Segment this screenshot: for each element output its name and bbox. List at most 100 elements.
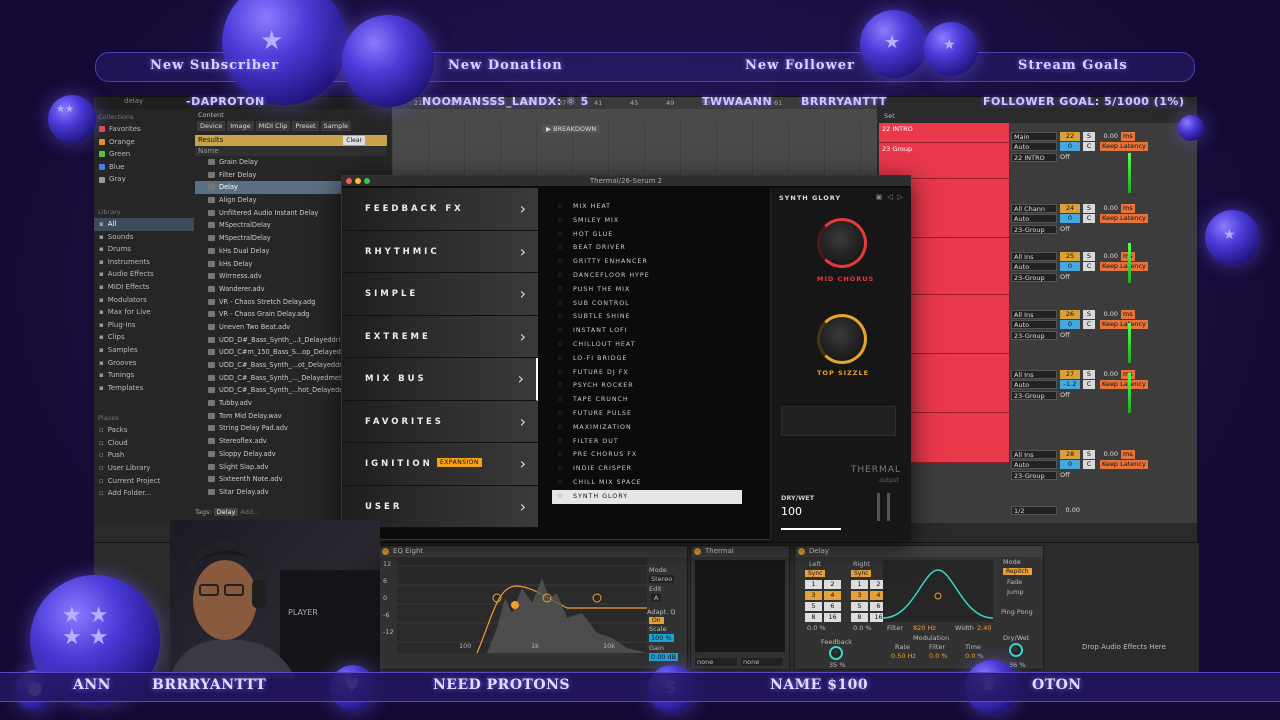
place-item[interactable]: ▫ User Library xyxy=(94,462,194,475)
delay-left-offset[interactable]: 0.0 % xyxy=(807,624,826,632)
delay-time-button[interactable]: 5 xyxy=(805,602,822,611)
preset-item[interactable]: SMILEY MIX xyxy=(552,214,742,228)
session-clip[interactable]: 22 INTRO xyxy=(879,123,1009,143)
preset-item[interactable]: INSTANT LOFI xyxy=(552,324,742,338)
delay-pingpong-button[interactable]: Ping Pong xyxy=(1001,608,1033,616)
delay-time-button[interactable]: 4 xyxy=(824,591,841,600)
monitor-off[interactable]: Off xyxy=(1060,225,1070,233)
place-item[interactable]: ▫ Cloud xyxy=(94,437,194,450)
track-delay-value[interactable]: 0.00 xyxy=(1098,450,1118,458)
preset-item[interactable]: INDIE CRISPER xyxy=(552,462,742,476)
save-icon[interactable]: ▣ xyxy=(876,193,883,201)
delay-drywet-knob[interactable] xyxy=(1009,643,1023,657)
delay-mfilter-value[interactable]: 0.0 % xyxy=(929,652,948,660)
preset-category[interactable]: EXTREME › xyxy=(342,315,538,358)
preset-item[interactable]: DANCEFLOOR HYPE xyxy=(552,269,742,283)
library-item[interactable]: ▪ Sounds xyxy=(94,231,194,244)
delay-title[interactable]: Delay xyxy=(795,546,1043,557)
track-number[interactable]: 27 xyxy=(1060,369,1080,379)
eq-mode-select[interactable]: Stereo xyxy=(649,575,675,583)
output-route-select[interactable]: 23-Group xyxy=(1011,224,1057,234)
eq-edit-a[interactable]: A xyxy=(651,594,662,602)
delay-left-sync[interactable]: Sync xyxy=(805,570,826,577)
delay-rate-value[interactable]: 0.50 Hz xyxy=(891,652,916,660)
preset-item[interactable]: CHILL MIX SPACE xyxy=(552,476,742,490)
preset-item[interactable]: HOT GLUE xyxy=(552,228,742,242)
feedback-knob[interactable] xyxy=(829,646,843,660)
monitor-select[interactable]: Auto xyxy=(1011,262,1057,272)
collection-item[interactable]: Blue xyxy=(94,161,194,174)
solo-button[interactable]: S xyxy=(1083,131,1095,141)
pan-value[interactable]: 0 xyxy=(1060,262,1080,272)
solo-button[interactable]: S xyxy=(1083,203,1095,213)
place-item[interactable]: ▫ Add Folder... xyxy=(94,487,194,500)
browser-tab[interactable]: Sample xyxy=(320,121,352,131)
preset-item[interactable]: FUTURE PULSE xyxy=(552,407,742,421)
name-column-header[interactable]: Name xyxy=(195,146,387,156)
top-sizzle-knob[interactable] xyxy=(817,314,867,364)
delay-filter-hz[interactable]: 820 Hz xyxy=(913,624,936,632)
output-route-select[interactable]: 23-Group xyxy=(1011,390,1057,400)
tags-add[interactable]: Add... xyxy=(240,508,259,516)
monitor-off[interactable]: Off xyxy=(1060,331,1070,339)
input-type-select[interactable]: All Ins xyxy=(1011,251,1057,261)
pan-value[interactable]: 0 xyxy=(1060,142,1080,152)
drop-effects-zone[interactable]: Drop Audio Effects Here xyxy=(1082,643,1166,651)
delay-feedback-value[interactable]: 35 % xyxy=(829,661,846,669)
track-delay-value[interactable]: 0.00 xyxy=(1098,252,1118,260)
preset-item[interactable]: FUTURE DJ FX xyxy=(552,366,742,380)
plugin-titlebar[interactable]: Thermal/26-Serum 2 xyxy=(342,176,910,186)
delay-time-button[interactable]: 16 xyxy=(824,613,841,622)
output-route-select[interactable]: 22 INTRO xyxy=(1011,152,1057,162)
track-delay-value[interactable]: 0.00 xyxy=(1098,370,1118,378)
library-item[interactable]: ▪ All xyxy=(94,217,194,231)
collection-item[interactable]: Gray xyxy=(94,173,194,186)
eq-adapt-on[interactable]: On xyxy=(649,617,664,624)
place-item[interactable]: ▫ Packs xyxy=(94,424,194,437)
monitor-off[interactable]: Off xyxy=(1060,391,1070,399)
input-type-select[interactable]: Main xyxy=(1011,131,1057,141)
delay-width-value[interactable]: 2.40 xyxy=(977,624,991,632)
eq-graph[interactable] xyxy=(397,558,647,653)
delay-time-button[interactable]: 5 xyxy=(851,602,868,611)
delay-time-button[interactable]: 1 xyxy=(851,580,868,589)
preset-category[interactable]: IGNITION EXPANSION › xyxy=(342,443,538,486)
monitor-off[interactable]: Off xyxy=(1060,273,1070,281)
delay-right-offset[interactable]: 0.0 % xyxy=(853,624,872,632)
track-delay-value[interactable]: 0.00 xyxy=(1098,132,1118,140)
minimize-window-button[interactable] xyxy=(355,178,361,184)
texture-slider[interactable] xyxy=(781,406,896,436)
monitor-select[interactable]: Auto xyxy=(1011,460,1057,470)
library-item[interactable]: ▪ Modulators xyxy=(94,294,194,307)
solo-button[interactable]: S xyxy=(1083,449,1095,459)
pan-value[interactable]: 0 xyxy=(1060,320,1080,330)
preset-item[interactable]: TAPE CRUNCH xyxy=(552,393,742,407)
crossfade-button[interactable]: C xyxy=(1083,142,1095,152)
monitor-select[interactable]: Auto xyxy=(1011,380,1057,390)
library-item[interactable]: ▪ Audio Effects xyxy=(94,268,194,281)
library-item[interactable]: ▪ Instruments xyxy=(94,256,194,269)
preset-item[interactable]: LO-FI BRIDGE xyxy=(552,352,742,366)
preset-item[interactable]: SUB CONTROL xyxy=(552,297,742,311)
monitor-select[interactable]: Auto xyxy=(1011,214,1057,224)
prev-icon[interactable]: ◁ xyxy=(887,193,892,201)
master-route[interactable]: 1/2 xyxy=(1011,505,1057,515)
track-delay-value[interactable]: 0.00 xyxy=(1098,310,1118,318)
monitor-select[interactable]: Auto xyxy=(1011,320,1057,330)
keep-latency-button[interactable]: Keep Latency xyxy=(1100,142,1148,152)
delay-time-button[interactable]: 2 xyxy=(824,580,841,589)
delay-time-button[interactable]: 3 xyxy=(851,591,868,600)
collection-item[interactable]: Orange xyxy=(94,136,194,149)
drywet-slider[interactable] xyxy=(781,528,841,530)
plugin-drywet-value[interactable]: 100 xyxy=(781,505,802,518)
solo-button[interactable]: S xyxy=(1083,251,1095,261)
preset-item[interactable]: SYNTH GLORY xyxy=(552,489,742,504)
place-item[interactable]: ▫ Current Project xyxy=(94,475,194,488)
delay-time-button[interactable]: 8 xyxy=(805,613,822,622)
library-item[interactable]: ▪ Samples xyxy=(94,344,194,357)
track-delay-value[interactable]: 0.00 xyxy=(1098,204,1118,212)
thermal-title[interactable]: Thermal xyxy=(691,546,789,557)
monitor-off[interactable]: Off xyxy=(1060,153,1070,161)
preset-item[interactable]: PSYCH ROCKER xyxy=(552,379,742,393)
output-route-select[interactable]: 23-Group xyxy=(1011,272,1057,282)
